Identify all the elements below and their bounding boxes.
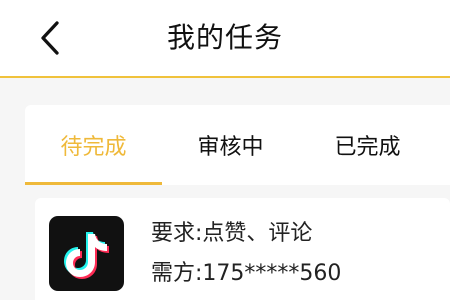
task-requirement: 要求:点赞、评论	[151, 221, 313, 246]
tab-completed[interactable]: 已完成	[299, 105, 436, 185]
tiktok-icon	[49, 216, 124, 291]
task-page: 我的任务 待完成 审核中 已完成 要求:点赞、评论 需方:175*****560	[0, 0, 450, 300]
tab-reviewing[interactable]: 审核中	[162, 105, 299, 185]
task-card[interactable]: 要求:点赞、评论 需方:175*****560	[35, 198, 450, 300]
task-status-tabs: 待完成 审核中 已完成	[25, 105, 450, 185]
top-header: 我的任务	[0, 0, 450, 78]
task-client: 需方:175*****560	[151, 261, 342, 286]
page-title: 我的任务	[166, 21, 283, 54]
tab-pending[interactable]: 待完成	[25, 105, 162, 185]
